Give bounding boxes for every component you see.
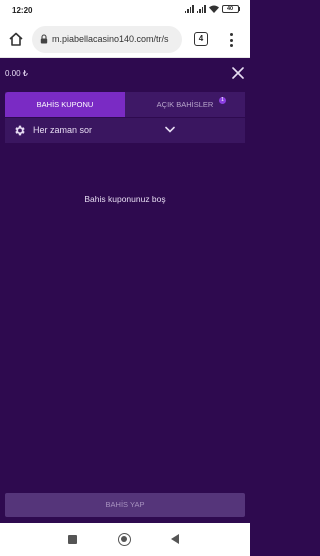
tab-open-bets[interactable]: AÇIK BAHİSLER 1 [125, 92, 245, 117]
open-bets-badge: 1 [219, 97, 226, 104]
gear-icon [15, 125, 25, 136]
close-icon[interactable] [232, 67, 244, 79]
odds-change-setting[interactable]: Her zaman sor [5, 118, 245, 143]
setting-label: Her zaman sor [33, 125, 93, 135]
signal-icon [184, 5, 194, 13]
browser-toolbar: m.piabellacasino140.com/tr/s 4 [0, 22, 250, 58]
system-navigation-bar [0, 523, 250, 556]
url-text: m.piabellacasino140.com/tr/s [52, 34, 169, 44]
betslip-panel: 0.00 ₺ BAHİS KUPONU AÇIK BAHİSLER 1 Her … [0, 59, 250, 523]
signal-icon [196, 5, 206, 13]
tab-open-bets-label: AÇIK BAHİSLER [156, 100, 214, 109]
status-time: 12:20 [12, 6, 33, 15]
home-icon[interactable] [8, 31, 24, 47]
status-icons: 40 [184, 5, 240, 13]
betslip-tabs: BAHİS KUPONU AÇIK BAHİSLER 1 [5, 92, 245, 117]
status-bar: 12:20 40 [0, 0, 250, 22]
tab-betslip[interactable]: BAHİS KUPONU [5, 92, 125, 117]
lock-icon [40, 34, 48, 44]
recents-icon[interactable] [68, 535, 77, 544]
home-nav-icon[interactable] [118, 533, 131, 546]
battery-level: 40 [221, 5, 239, 13]
menu-icon[interactable] [226, 31, 236, 49]
battery-icon: 40 [221, 5, 240, 13]
balance: 0.00 ₺ [5, 69, 28, 78]
place-bet-button[interactable]: BAHİS YAP [5, 493, 245, 517]
address-bar[interactable]: m.piabellacasino140.com/tr/s [32, 26, 182, 53]
tabs-button[interactable]: 4 [194, 32, 208, 46]
wifi-icon [208, 5, 219, 13]
chevron-down-icon [165, 126, 175, 133]
back-icon[interactable] [171, 534, 179, 544]
empty-betslip-message: Bahis kuponunuz boş [84, 194, 166, 204]
